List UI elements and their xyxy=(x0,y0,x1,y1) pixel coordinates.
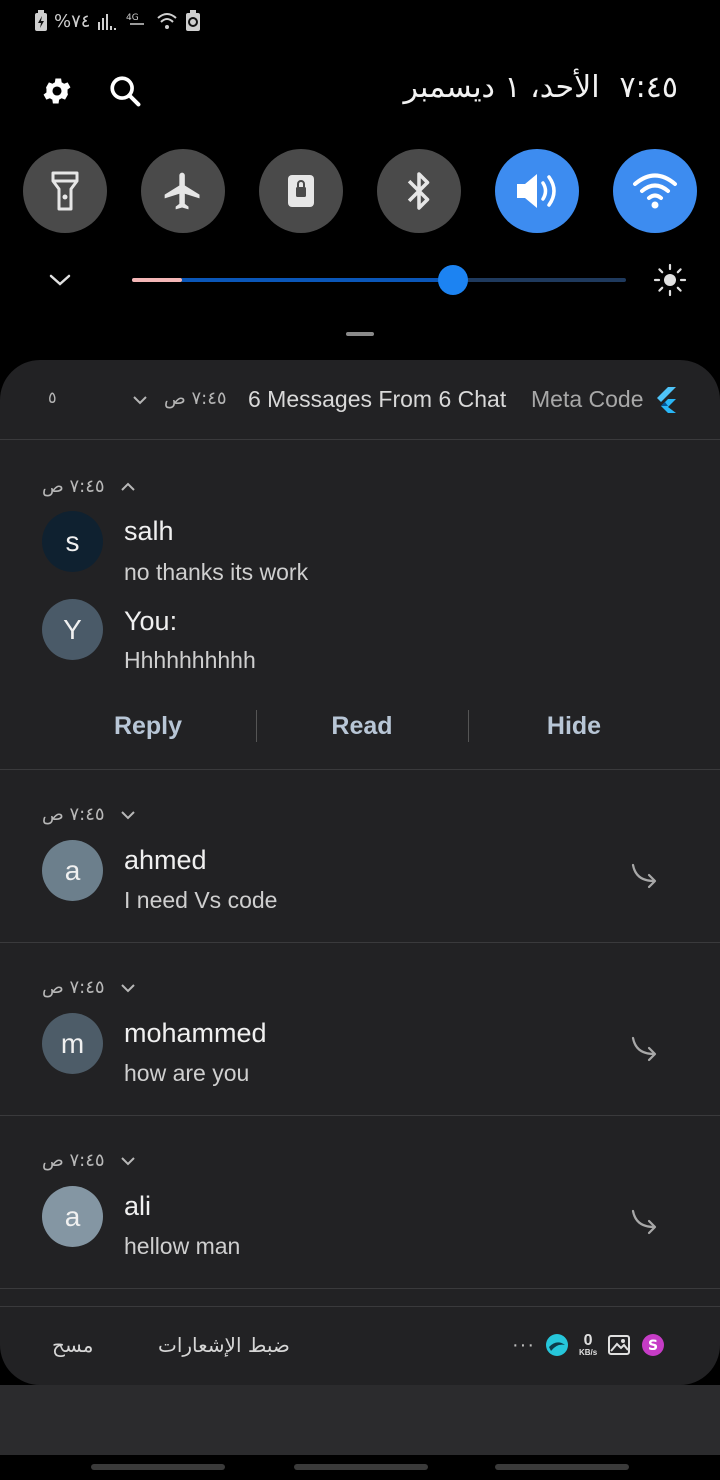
group-time: ٧:٤٥ ص xyxy=(42,977,105,998)
auto-brightness-icon[interactable] xyxy=(653,263,687,297)
divider xyxy=(468,710,469,742)
date-time[interactable]: ٧:٤٥ الأحد، ١ ديسمبر xyxy=(403,70,678,105)
nav-home[interactable] xyxy=(294,1464,428,1470)
svg-text:4G: 4G xyxy=(126,13,139,23)
gear-icon[interactable] xyxy=(40,74,74,108)
toggle-flashlight[interactable] xyxy=(23,149,107,233)
avatar: a xyxy=(42,840,103,901)
speed-value: 0 xyxy=(583,1332,593,1349)
group-time: ٧:٤٥ ص xyxy=(42,804,105,825)
notification-actions: Reply Read Hide xyxy=(0,696,720,756)
quick-toggles xyxy=(23,149,697,233)
group-time: ٧:٤٥ ص xyxy=(42,1150,105,1171)
brightness-knob[interactable] xyxy=(438,265,469,295)
avatar: Y xyxy=(42,599,103,660)
date: الأحد، ١ ديسمبر xyxy=(403,70,600,105)
chevron-down-icon[interactable] xyxy=(132,393,148,407)
wifi-icon xyxy=(633,173,677,209)
toggle-wifi[interactable] xyxy=(613,149,697,233)
bluetooth-icon xyxy=(407,172,430,210)
sender-name: You: xyxy=(124,606,178,636)
avatar-initial: a xyxy=(64,1200,81,1232)
group-time: ٧:٤٥ ص xyxy=(42,476,105,497)
avatar-initial: s xyxy=(65,525,80,557)
toggle-bluetooth[interactable] xyxy=(377,149,461,233)
reply-arrow-icon[interactable] xyxy=(630,861,664,891)
avatar-initial: m xyxy=(60,1027,85,1059)
avatar: a xyxy=(42,1186,103,1247)
message-text: I need Vs code xyxy=(124,887,278,913)
hide-button[interactable]: Hide xyxy=(474,696,674,756)
message-text: how are you xyxy=(124,1060,250,1086)
nav-back[interactable] xyxy=(495,1464,629,1470)
sender-name: mohammed xyxy=(124,1018,267,1048)
svg-text:S: S xyxy=(648,1338,658,1354)
notification-time: ٧:٤٥ ص xyxy=(164,388,227,409)
toggle-sound[interactable] xyxy=(495,149,579,233)
search-icon[interactable] xyxy=(108,74,142,108)
sender-name: ahmed xyxy=(124,845,207,875)
battery-charging-icon xyxy=(35,10,47,31)
brightness-fill xyxy=(182,278,454,282)
notification-group-ali[interactable]: ٧:٤٥ ص a ali hellow man xyxy=(0,1116,720,1289)
sender-name: ali xyxy=(124,1191,152,1221)
avatar: m xyxy=(42,1013,103,1074)
flutter-logo-icon xyxy=(657,387,676,413)
chevron-up-icon[interactable] xyxy=(120,480,136,494)
notification-app-header[interactable]: ٥ ٧:٤٥ ص 6 Messages From 6 Chat Meta Cod… xyxy=(0,360,720,440)
volume-icon xyxy=(517,174,556,208)
airplane-icon xyxy=(164,172,200,210)
chevron-down-icon[interactable] xyxy=(120,808,136,822)
reply-button[interactable]: Reply xyxy=(48,696,248,756)
avatar-initial: a xyxy=(64,854,81,886)
message-text: hellow man xyxy=(124,1233,241,1259)
network-speed: 0 KB/s xyxy=(579,1333,597,1357)
browser-app-icon xyxy=(545,1334,568,1356)
wifi-status-icon xyxy=(157,13,178,29)
chevron-down-icon[interactable] xyxy=(120,981,136,995)
app-name: Meta Code xyxy=(531,386,644,412)
status-bar: %٧٤ 4G xyxy=(34,6,202,36)
reply-arrow-icon[interactable] xyxy=(630,1034,664,1064)
message-text: Hhhhhhhhhh xyxy=(124,647,256,673)
toggle-lock[interactable] xyxy=(259,149,343,233)
read-button[interactable]: Read xyxy=(262,696,462,756)
notification-summary: 6 Messages From 6 Chat xyxy=(248,386,507,412)
avatar-initial: Y xyxy=(63,613,82,645)
signal-icon xyxy=(98,14,117,30)
lock-icon xyxy=(288,175,314,207)
sender-name: salh xyxy=(124,516,174,546)
flashlight-icon xyxy=(51,171,79,211)
speed-unit: KB/s xyxy=(578,1348,598,1357)
clear-button[interactable]: مسح xyxy=(52,1333,93,1357)
message-text: no thanks its work xyxy=(124,559,309,585)
brightness-min-segment xyxy=(132,278,182,282)
4g-icon: 4G xyxy=(126,13,145,25)
backdrop xyxy=(0,1385,720,1455)
notification-settings-button[interactable]: ضبط الإشعارات xyxy=(158,1333,290,1357)
battery-percent: %٧٤ xyxy=(54,10,91,32)
expand-chevron-icon[interactable] xyxy=(46,268,74,292)
s-app-icon: S xyxy=(642,1334,665,1356)
clock: ٧:٤٥ xyxy=(619,70,678,105)
chevron-down-icon[interactable] xyxy=(120,1154,136,1168)
toggle-airplane[interactable] xyxy=(141,149,225,233)
footer-status-icons: ··· 0 KB/s S xyxy=(512,1333,665,1357)
notification-group-ahmed[interactable]: ٧:٤٥ ص a ahmed I need Vs code xyxy=(0,770,720,943)
notification-group-salh[interactable]: ٧:٤٥ ص s salh no thanks its work Y You: … xyxy=(0,440,720,770)
navigation-bar xyxy=(0,1455,720,1480)
reply-arrow-icon[interactable] xyxy=(630,1207,664,1237)
avatar: s xyxy=(42,511,103,572)
notification-group-mohammed[interactable]: ٧:٤٥ ص m mohammed how are you xyxy=(0,943,720,1116)
gallery-icon xyxy=(608,1335,631,1355)
more-icon[interactable]: ··· xyxy=(512,1334,535,1357)
panel-drag-handle[interactable] xyxy=(346,332,374,336)
notification-panel: ٥ ٧:٤٥ ص 6 Messages From 6 Chat Meta Cod… xyxy=(0,360,720,1385)
recycle-icon xyxy=(186,10,201,31)
divider xyxy=(256,710,257,742)
nav-recent[interactable] xyxy=(91,1464,225,1470)
notification-footer: مسح ضبط الإشعارات ··· 0 KB/s S xyxy=(0,1306,720,1385)
notification-count: ٥ xyxy=(48,388,57,407)
